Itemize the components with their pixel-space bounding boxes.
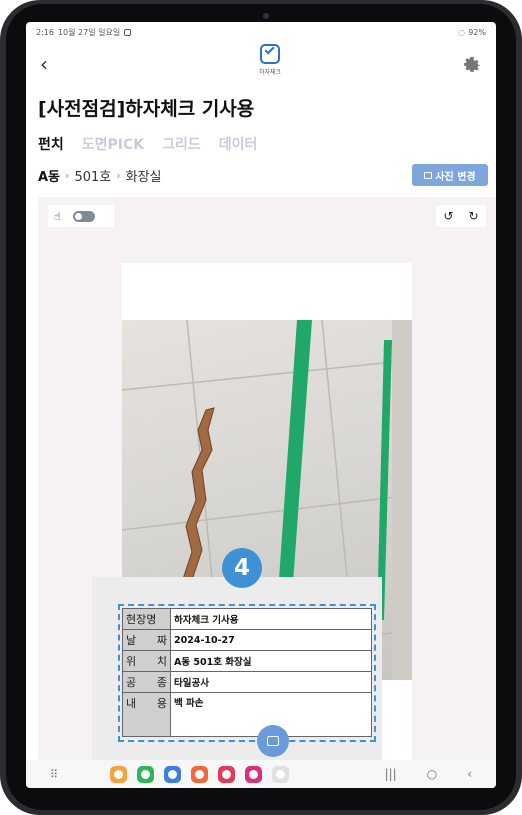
flower-app-icon[interactable] bbox=[245, 765, 262, 783]
home-icon[interactable]: ○ bbox=[427, 767, 437, 781]
pan-toggle[interactable] bbox=[72, 210, 95, 222]
camera-app-icon[interactable] bbox=[218, 765, 235, 783]
navigation-keys: ||| ○ ‹ bbox=[385, 767, 472, 781]
chevron-right-icon: › bbox=[116, 169, 121, 182]
image-fab-button[interactable] bbox=[257, 725, 289, 757]
hand-icon[interactable]: ☝ bbox=[54, 210, 61, 223]
tab-data[interactable]: 데이터 bbox=[219, 134, 258, 154]
page-title: [사전점검]하자체크 기사용 bbox=[38, 98, 255, 120]
rotate-right-icon[interactable]: ↻ bbox=[468, 209, 478, 223]
table-row: 공 종 타일공사 bbox=[122, 671, 372, 693]
front-camera bbox=[263, 13, 269, 19]
rotate-left-icon[interactable]: ↺ bbox=[443, 209, 453, 223]
row-value: 2024-10-27 bbox=[170, 629, 372, 651]
row-value: A동 501호 화장실 bbox=[170, 650, 372, 672]
app-drawer-icon[interactable]: ⠿ bbox=[50, 768, 110, 781]
status-time: 2:16 bbox=[36, 27, 54, 37]
table-row: 현장명 하자체크 기사용 bbox=[122, 608, 372, 630]
taskbar-apps bbox=[110, 765, 289, 783]
play-store-icon[interactable] bbox=[272, 765, 289, 783]
row-key: 내 용 bbox=[122, 692, 171, 737]
table-row: 내 용 백 파손 bbox=[122, 692, 372, 737]
tab-bar: 펀치 도면PICK 그리드 데이터 bbox=[38, 134, 257, 154]
callout-number-badge: 4 bbox=[222, 548, 262, 588]
tab-grid[interactable]: 그리드 bbox=[162, 134, 201, 154]
photo-change-label: 사진 변경 bbox=[435, 171, 476, 183]
breadcrumb-building[interactable]: A동 bbox=[38, 166, 60, 185]
notification-icon bbox=[124, 28, 132, 36]
messages-app-icon[interactable] bbox=[164, 765, 181, 783]
phone-app-icon[interactable] bbox=[137, 765, 154, 783]
site-info-table: 현장명 하자체크 기사용 날 짜 2024-10-27 위 치 A동 501호 … bbox=[122, 608, 372, 737]
breadcrumb-room[interactable]: 화장실 bbox=[126, 166, 162, 185]
photo-change-button[interactable]: 사진 변경 bbox=[412, 164, 488, 186]
recents-icon[interactable]: ||| bbox=[385, 767, 397, 781]
breadcrumb-unit[interactable]: 501호 bbox=[74, 166, 111, 185]
back-arrow-icon[interactable]: ‹ bbox=[40, 54, 48, 74]
canvas-toolbar-left: ☝ bbox=[48, 205, 114, 227]
row-key: 위 치 bbox=[122, 650, 171, 672]
system-nav-bar: ⠿ ||| ○ ‹ bbox=[26, 760, 496, 788]
breadcrumb: A동 › 501호 › 화장실 bbox=[38, 166, 162, 185]
canvas-toolbar-right: ↺ ↻ bbox=[436, 205, 486, 227]
status-date: 10월 27일 일요일 bbox=[57, 27, 121, 37]
tab-punch[interactable]: 펀치 bbox=[38, 134, 64, 154]
row-value: 타일공사 bbox=[170, 671, 372, 693]
app-screen: 2:16 10월 27일 일요일 ◌ 92% ‹ 하자체크 [사전점검]하자체크… bbox=[26, 22, 496, 788]
contacts-app-icon[interactable] bbox=[191, 765, 208, 783]
wifi-icon: ◌ bbox=[458, 27, 466, 37]
checkbox-logo-icon bbox=[260, 44, 280, 64]
app-logo: 하자체크 bbox=[253, 44, 287, 84]
table-row: 날 짜 2024-10-27 bbox=[122, 629, 372, 651]
gear-icon[interactable] bbox=[462, 54, 482, 74]
tablet-frame: 2:16 10월 27일 일요일 ◌ 92% ‹ 하자체크 [사전점검]하자체크… bbox=[0, 0, 522, 815]
info-table-highlight: 현장명 하자체크 기사용 날 짜 2024-10-27 위 치 A동 501호 … bbox=[118, 604, 376, 742]
row-key: 공 종 bbox=[122, 671, 171, 693]
row-key: 날 짜 bbox=[122, 629, 171, 651]
back-icon[interactable]: ‹ bbox=[467, 767, 472, 781]
battery-level: 92% bbox=[468, 27, 486, 37]
folder-app-icon[interactable] bbox=[110, 765, 127, 783]
image-icon bbox=[267, 736, 279, 746]
tab-drawing-pick[interactable]: 도면PICK bbox=[82, 134, 144, 154]
status-bar: 2:16 10월 27일 일요일 ◌ 92% bbox=[26, 22, 496, 42]
app-bar: ‹ 하자체크 bbox=[26, 44, 496, 88]
chevron-right-icon: › bbox=[65, 169, 70, 182]
image-icon bbox=[424, 171, 433, 179]
row-value: 하자체크 기사용 bbox=[170, 608, 372, 630]
row-key: 현장명 bbox=[122, 608, 171, 630]
logo-text: 하자체크 bbox=[258, 69, 282, 76]
table-row: 위 치 A동 501호 화장실 bbox=[122, 650, 372, 672]
